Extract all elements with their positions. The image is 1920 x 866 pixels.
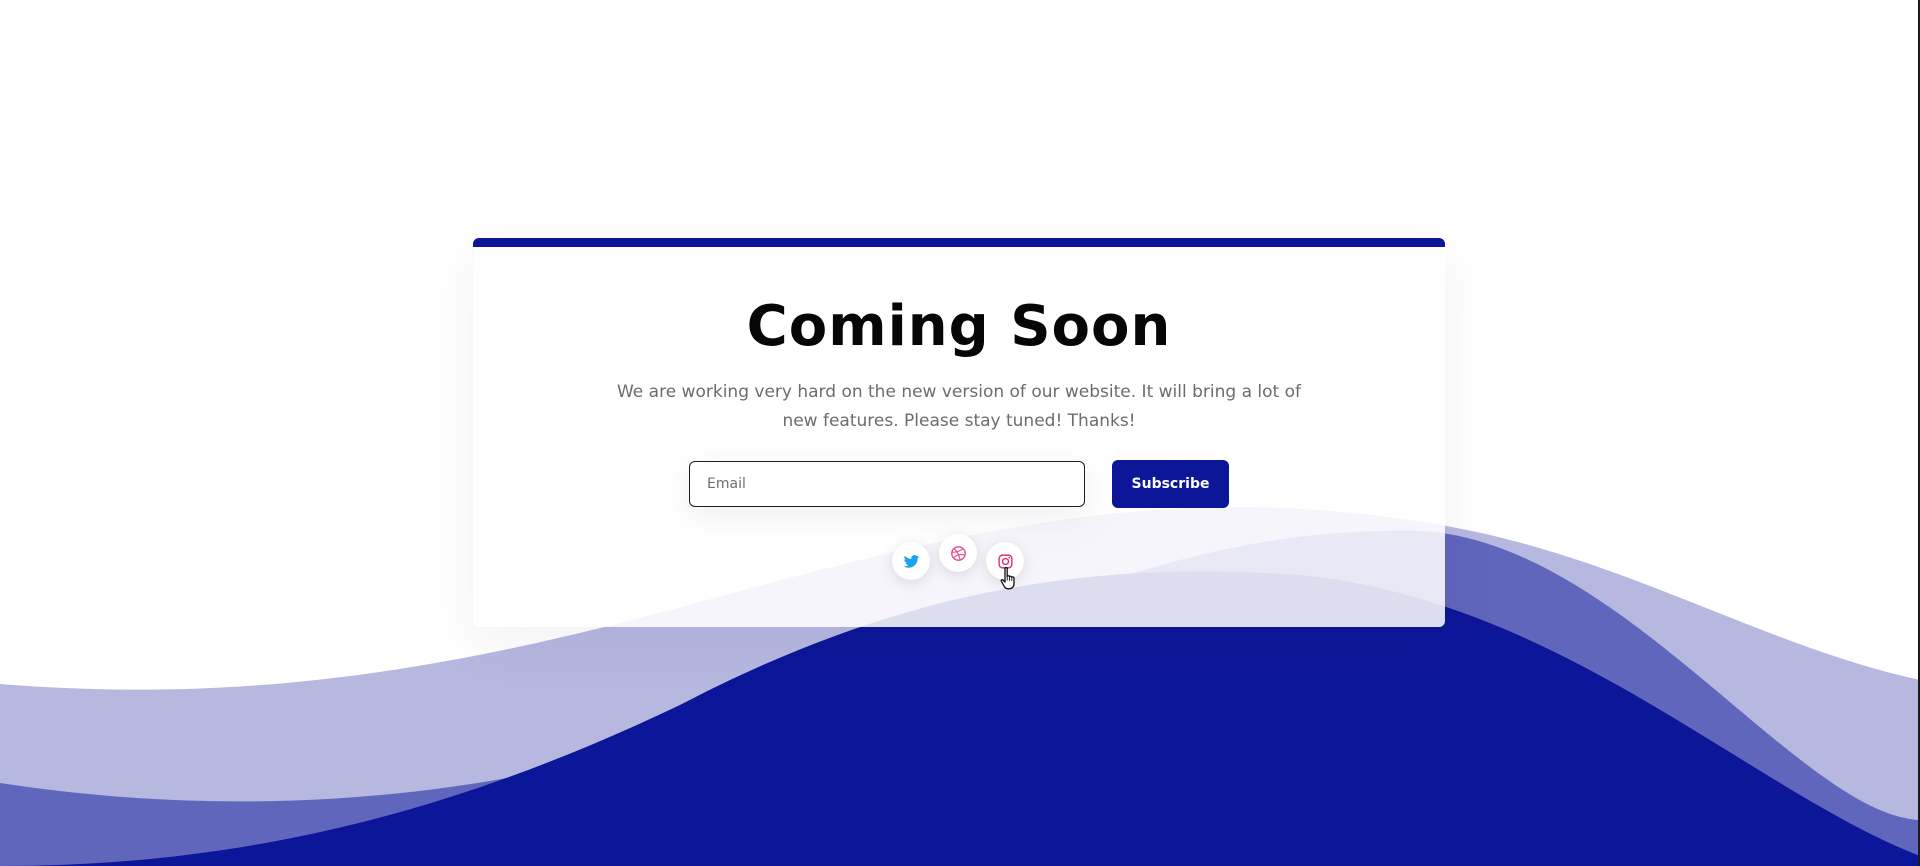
instagram-link[interactable] — [986, 542, 1024, 580]
coming-soon-page: Coming Soon We are working very hard on … — [0, 0, 1920, 866]
dribbble-link[interactable] — [939, 534, 977, 572]
card-accent-bar — [473, 238, 1445, 247]
dribbble-icon — [950, 545, 966, 561]
twitter-link[interactable] — [892, 542, 930, 580]
page-title: Coming Soon — [746, 294, 1172, 359]
page-subtitle: We are working very hard on the new vers… — [616, 382, 1301, 431]
subscribe-button[interactable]: Subscribe — [1112, 460, 1229, 508]
instagram-icon — [997, 553, 1013, 569]
email-input[interactable] — [689, 461, 1085, 507]
coming-soon-card: Coming Soon We are working very hard on … — [473, 238, 1445, 627]
twitter-icon — [903, 554, 919, 568]
